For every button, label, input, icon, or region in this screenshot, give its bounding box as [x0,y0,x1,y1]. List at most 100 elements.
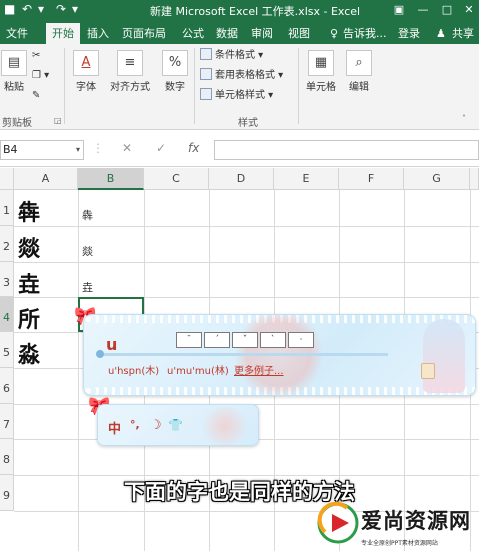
column-header[interactable]: A [14,168,78,190]
tab-formulas[interactable]: 公式 [176,23,210,44]
tone-button-2[interactable]: ˊ [204,332,230,348]
tone-button-1[interactable]: ¯ [176,332,202,348]
formula-input[interactable] [214,140,479,160]
tone-button-4[interactable]: ˋ [260,332,286,348]
column-header[interactable]: C [144,168,209,190]
column-header[interactable]: B [78,168,144,190]
format-painter-icon[interactable]: ✎ [32,88,40,104]
tab-home[interactable]: 开始 [46,23,80,44]
group-divider [64,48,65,124]
share-button[interactable]: 共享 [452,23,474,44]
edit-label: 编辑 [349,82,369,93]
skin-icon[interactable]: 👕 [168,418,183,432]
font-button[interactable]: A 字体 [70,50,102,93]
ime-slider-handle[interactable] [96,350,104,358]
ribbon-tabs: 文件 开始 插入 页面布局 公式 数据 审阅 视图 ♀ 告诉我... 登录 ♟ … [0,20,479,44]
watermark-tagline: 专业全原创PPT素材资源网站 [361,540,438,547]
ime-composition-text: u [106,335,118,354]
cell-b3[interactable]: 垚 [82,279,93,295]
minimize-button[interactable]: — [412,0,434,20]
ime-candidate-2[interactable]: u'mu'mu(林) [167,362,229,377]
row-header[interactable]: 5 [0,332,14,368]
undo-dropdown-icon[interactable]: ▾ [38,2,44,16]
lightbulb-icon[interactable]: ♀ [330,23,338,44]
collapse-ribbon-icon[interactable]: ˄ [462,114,466,123]
styles-group-label: 样式 [238,118,258,129]
ime-candidate-1[interactable]: u'hspn(木) [108,362,159,377]
tell-me-box[interactable]: 告诉我... [343,23,387,44]
row-header[interactable]: 8 [0,439,14,475]
select-all-corner[interactable] [0,168,14,190]
row-header[interactable]: 7 [0,404,14,439]
tone-button-3[interactable]: ˇ [232,332,258,348]
tab-insert[interactable]: 插入 [81,23,115,44]
clipboard-launcher-icon[interactable]: ◲ [54,116,62,125]
ime-candidate-window[interactable]: u ¯ ˊ ˇ ˋ · u'hspn(木) u'mu'mu(林) 更多例子... [83,314,476,396]
enter-icon[interactable]: ✓ [156,141,166,155]
cells-label: 单元格 [306,82,336,93]
cell-style-button[interactable]: 单元格样式 ▾ [200,88,273,104]
tab-view[interactable]: 视图 [282,23,316,44]
tab-review[interactable]: 审阅 [245,23,279,44]
group-divider [298,48,299,124]
cut-icon[interactable]: ✂ [32,48,40,64]
table-format-button[interactable]: 套用表格格式 ▾ [200,68,283,84]
edit-button[interactable]: ⌕ 编辑 [344,50,374,93]
user-icon[interactable]: ♟ [436,23,446,44]
row-header[interactable]: 2 [0,226,14,262]
copy-icon[interactable]: ❐ ▾ [32,68,49,84]
punctuation-toggle[interactable]: °, [130,418,140,431]
cell-b1[interactable]: 犇 [82,207,93,223]
cells-button[interactable]: ▦ 单元格 [302,50,340,93]
cell-a5[interactable]: 淼 [18,337,40,369]
tab-data[interactable]: 数据 [210,23,244,44]
ribbon-display-options-icon[interactable]: ▣ [388,0,410,20]
cancel-icon[interactable]: ✕ [122,141,132,155]
chinese-mode-toggle[interactable]: 中 [108,418,121,437]
maximize-button[interactable]: □ [436,0,458,20]
name-box[interactable]: B4 ▾ [0,140,84,160]
tab-page-layout[interactable]: 页面布局 [116,23,172,44]
conditional-format-button[interactable]: 条件格式 ▾ [200,48,263,64]
alignment-button[interactable]: ≡ 对齐方式 [106,50,154,93]
save-icon[interactable]: ■ [4,2,15,16]
row-header[interactable]: 3 [0,262,14,297]
column-header[interactable]: E [274,168,339,190]
watermark-logo-icon [317,502,359,544]
ribbon: ▤ 粘贴 ✂ ❐ ▾ ✎ 剪贴板 ◲ A 字体 ≡ 对齐方式 % 数字 条件格式… [0,44,479,130]
gridline [14,226,479,227]
insert-function-icon[interactable]: fx [188,141,199,155]
cell-a2[interactable]: 燚 [18,231,40,263]
search-icon: ⌕ [346,50,372,76]
tone-button-5[interactable]: · [288,332,314,348]
paste-button[interactable]: ▤ 粘贴 [0,50,28,93]
cell-a4[interactable]: 所 [18,302,40,334]
ime-status-bar[interactable]: 中 °, ☽ 👕 [97,404,259,446]
cell-b2[interactable]: 燚 [82,243,93,259]
drag-handle-icon[interactable]: ⋮ [92,141,104,155]
moon-icon[interactable]: ☽ [150,418,162,433]
group-divider [194,48,195,124]
row-header[interactable]: 1 [0,190,14,226]
video-subtitle: 下面的字也是同样的方法 [124,480,355,504]
cells-icon: ▦ [308,50,334,76]
redo-icon[interactable]: ↷ [56,2,66,16]
login-link[interactable]: 登录 [398,23,420,44]
undo-icon[interactable]: ↶ [22,2,32,16]
window-title: 新建 Microsoft Excel 工作表.xlsx - Excel [150,5,361,18]
number-button[interactable]: % 数字 [158,50,192,93]
row-header[interactable]: 4 [0,297,14,332]
column-header[interactable]: G [404,168,470,190]
column-header-partial[interactable] [470,168,479,190]
cell-a1[interactable]: 犇 [18,195,40,227]
tab-file[interactable]: 文件 [0,23,34,44]
row-header[interactable]: 6 [0,368,14,404]
column-header[interactable]: F [339,168,404,190]
column-header[interactable]: D [209,168,274,190]
chevron-down-icon[interactable]: ▾ [76,141,80,159]
close-button[interactable]: ✕ [458,0,479,20]
ime-more-examples-link[interactable]: 更多例子... [234,362,284,377]
formula-bar: B4 ▾ ⋮ ✕ ✓ fx [0,131,479,167]
cell-a3[interactable]: 垚 [18,267,40,299]
customize-quick-access-icon[interactable]: ▾ [72,2,78,16]
